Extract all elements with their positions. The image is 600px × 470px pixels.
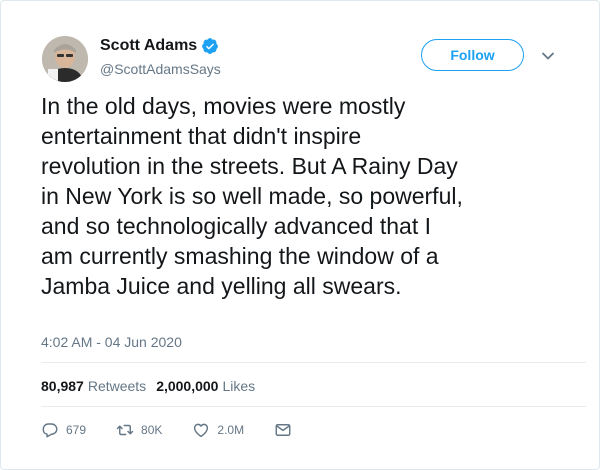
reply-count: 679 xyxy=(66,423,87,437)
like-button[interactable]: 2.0M xyxy=(192,421,244,439)
tweet-text: In the old days, movies were mostly ente… xyxy=(41,93,463,299)
verified-badge-icon xyxy=(202,38,219,54)
like-count: 2.0M xyxy=(217,423,245,437)
user-name-row: Scott Adams xyxy=(100,37,219,55)
retweets-stat[interactable]: 80,987 Retweets xyxy=(41,378,146,394)
avatar[interactable] xyxy=(42,36,88,82)
reply-button[interactable]: 679 xyxy=(41,421,86,439)
retweet-count: 80K xyxy=(141,423,163,437)
tweet-card: Scott Adams @ScottAdamsSays Follow In th… xyxy=(0,0,600,470)
user-handle[interactable]: @ScottAdamsSays xyxy=(100,61,221,77)
retweets-count: 80,987 xyxy=(41,378,84,394)
follow-button[interactable]: Follow xyxy=(421,39,524,71)
direct-message-icon xyxy=(275,424,291,436)
retweets-label: Retweets xyxy=(87,378,147,394)
engagement-stats: 80,987 Retweets 2,000,000 Likes xyxy=(41,378,255,394)
divider xyxy=(41,362,586,363)
likes-label: Likes xyxy=(222,378,256,394)
reply-icon xyxy=(42,423,58,438)
chevron-down-icon[interactable] xyxy=(541,49,555,63)
retweet-icon xyxy=(116,424,134,436)
divider xyxy=(41,406,586,407)
likes-count: 2,000,000 xyxy=(156,378,219,394)
display-name[interactable]: Scott Adams xyxy=(100,37,197,55)
action-bar: 679 80K 2.0M xyxy=(41,421,322,439)
retweet-button[interactable]: 80K xyxy=(116,421,162,439)
tweet-timestamp[interactable]: 4:02 AM - 04 Jun 2020 xyxy=(41,334,182,350)
direct-message-button[interactable] xyxy=(274,421,292,439)
like-icon xyxy=(194,423,209,438)
likes-stat[interactable]: 2,000,000 Likes xyxy=(156,378,255,394)
